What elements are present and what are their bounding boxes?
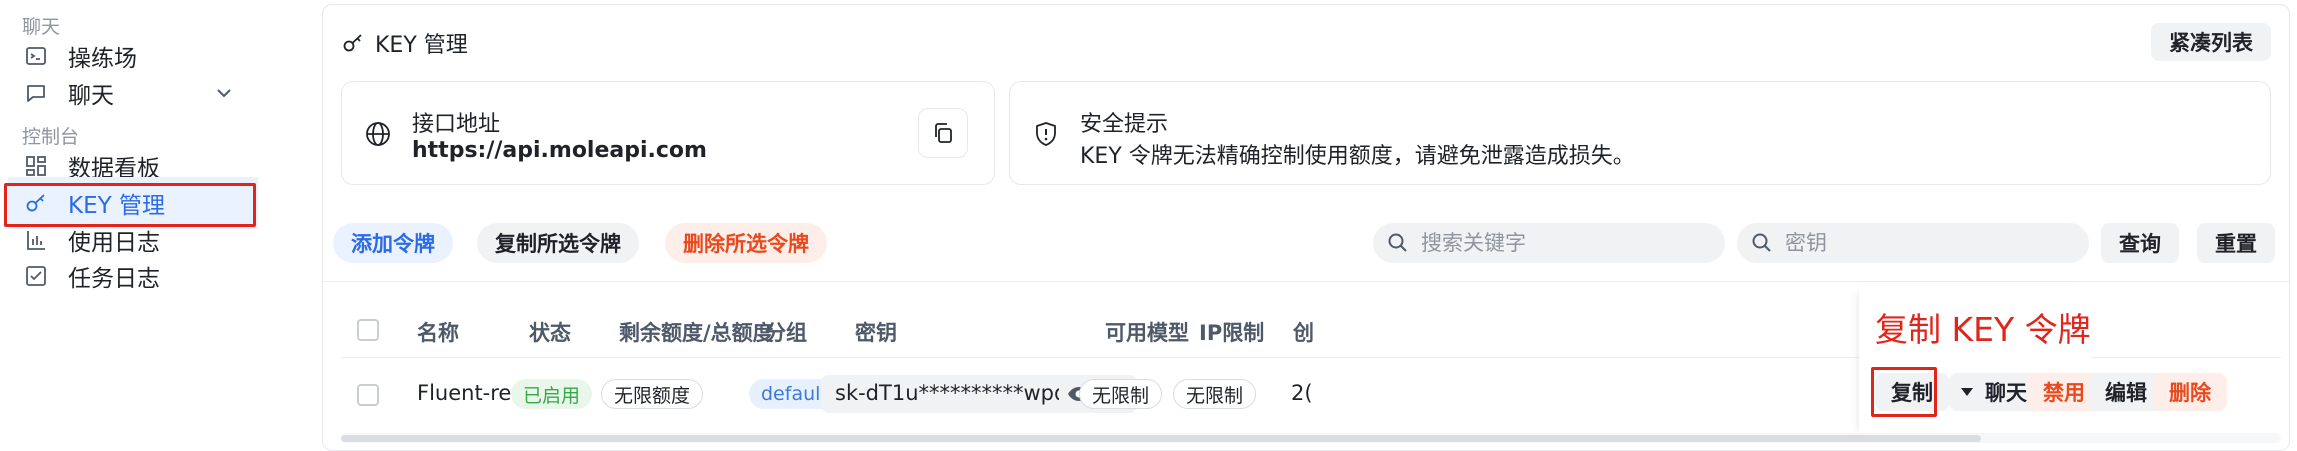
masked-key-text: sk-dT1u**********wpqa bbox=[835, 381, 1059, 405]
column-header-key: 密钥 bbox=[855, 321, 897, 345]
column-header-ip-limit: IP限制 bbox=[1199, 321, 1265, 345]
bar-chart-icon bbox=[27, 231, 45, 250]
shield-alert-icon bbox=[1036, 122, 1056, 146]
chat-button-label: 聊天 bbox=[1985, 381, 2027, 405]
search-icon bbox=[1752, 233, 1771, 252]
column-header-created: 创 bbox=[1293, 321, 1314, 345]
ip-limit-badge: 无限制 bbox=[1173, 379, 1257, 409]
key-icon bbox=[343, 34, 362, 52]
sidebar-item-label: 聊天 bbox=[68, 83, 114, 109]
highlight-box-copy bbox=[1871, 367, 1937, 417]
copy-endpoint-button[interactable] bbox=[918, 108, 968, 158]
annotation-copy-key: 复制 KEY 令牌 bbox=[1875, 310, 2091, 349]
created-time-partial: 2( bbox=[1291, 381, 1313, 405]
security-tip-text: KEY 令牌无法精确控制使用额度，请避免泄露造成损失。 bbox=[1080, 144, 1635, 169]
edit-token-button[interactable]: 编辑 bbox=[2089, 373, 2163, 411]
quota-badge: 无限额度 bbox=[601, 379, 704, 409]
sidebar-item-chat[interactable]: 聊天 bbox=[0, 67, 260, 119]
page-title: KEY 管理 bbox=[375, 33, 468, 58]
status-badge: 已启用 bbox=[511, 379, 593, 409]
endpoint-url: https://api.moleapi.com bbox=[412, 138, 707, 163]
globe-icon bbox=[366, 122, 390, 146]
select-all-checkbox[interactable] bbox=[357, 319, 379, 341]
key-management-panel: KEY 管理 紧凑列表 接口地址 https://api.moleapi.com… bbox=[322, 4, 2290, 451]
page-title-row: KEY 管理 bbox=[341, 27, 468, 59]
security-tip-card: 安全提示 KEY 令牌无法精确控制使用额度，请避免泄露造成损失。 bbox=[1009, 81, 2271, 185]
scrollbar-thumb[interactable] bbox=[341, 435, 1981, 442]
column-header-quota: 剩余额度/总额度 bbox=[619, 321, 774, 345]
dashboard-grid-icon bbox=[26, 156, 46, 176]
endpoint-card: 接口地址 https://api.moleapi.com bbox=[341, 81, 995, 185]
key-search-input[interactable] bbox=[1785, 223, 2105, 263]
reset-button[interactable]: 重置 bbox=[2197, 223, 2275, 263]
search-icon bbox=[1388, 233, 1407, 252]
row-select-checkbox[interactable] bbox=[357, 384, 379, 406]
query-button[interactable]: 查询 bbox=[2101, 223, 2179, 263]
terminal-icon bbox=[26, 47, 46, 65]
column-header-models: 可用模型 bbox=[1105, 321, 1189, 345]
sidebar: 聊天 操练场 聊天 控制台 数据看板 KEY 管理 使用日志 任务日志 bbox=[0, 0, 306, 451]
endpoint-title: 接口地址 bbox=[412, 112, 501, 137]
chevron-down-icon[interactable] bbox=[214, 83, 234, 103]
chat-bubble-icon bbox=[27, 85, 45, 102]
security-tip-title: 安全提示 bbox=[1080, 112, 1169, 137]
add-token-button[interactable]: 添加令牌 bbox=[333, 223, 453, 263]
sidebar-item-label: 任务日志 bbox=[68, 266, 160, 292]
keyword-search-input[interactable] bbox=[1421, 223, 1741, 263]
column-header-group: 分组 bbox=[765, 321, 807, 345]
models-badge: 无限制 bbox=[1079, 379, 1163, 409]
sidebar-item-task-log[interactable]: 任务日志 bbox=[0, 250, 260, 302]
key-search-field[interactable] bbox=[1737, 223, 2105, 263]
app-root: 聊天 操练场 聊天 控制台 数据看板 KEY 管理 使用日志 任务日志 KEY … bbox=[0, 0, 2297, 451]
checklist-icon bbox=[26, 266, 46, 286]
horizontal-scrollbar[interactable] bbox=[341, 433, 2281, 443]
column-header-name: 名称 bbox=[417, 321, 459, 345]
keyword-search-field[interactable] bbox=[1373, 223, 1741, 263]
compact-list-button[interactable]: 紧凑列表 bbox=[2151, 23, 2271, 61]
column-header-status: 状态 bbox=[529, 321, 571, 345]
copy-icon bbox=[935, 123, 952, 143]
caret-down-icon bbox=[1961, 388, 1973, 396]
section-divider bbox=[323, 281, 2289, 282]
copy-selected-tokens-button[interactable]: 复制所选令牌 bbox=[477, 223, 639, 263]
delete-selected-tokens-button[interactable]: 删除所选令牌 bbox=[665, 223, 827, 263]
delete-token-button[interactable]: 删除 bbox=[2153, 373, 2227, 411]
